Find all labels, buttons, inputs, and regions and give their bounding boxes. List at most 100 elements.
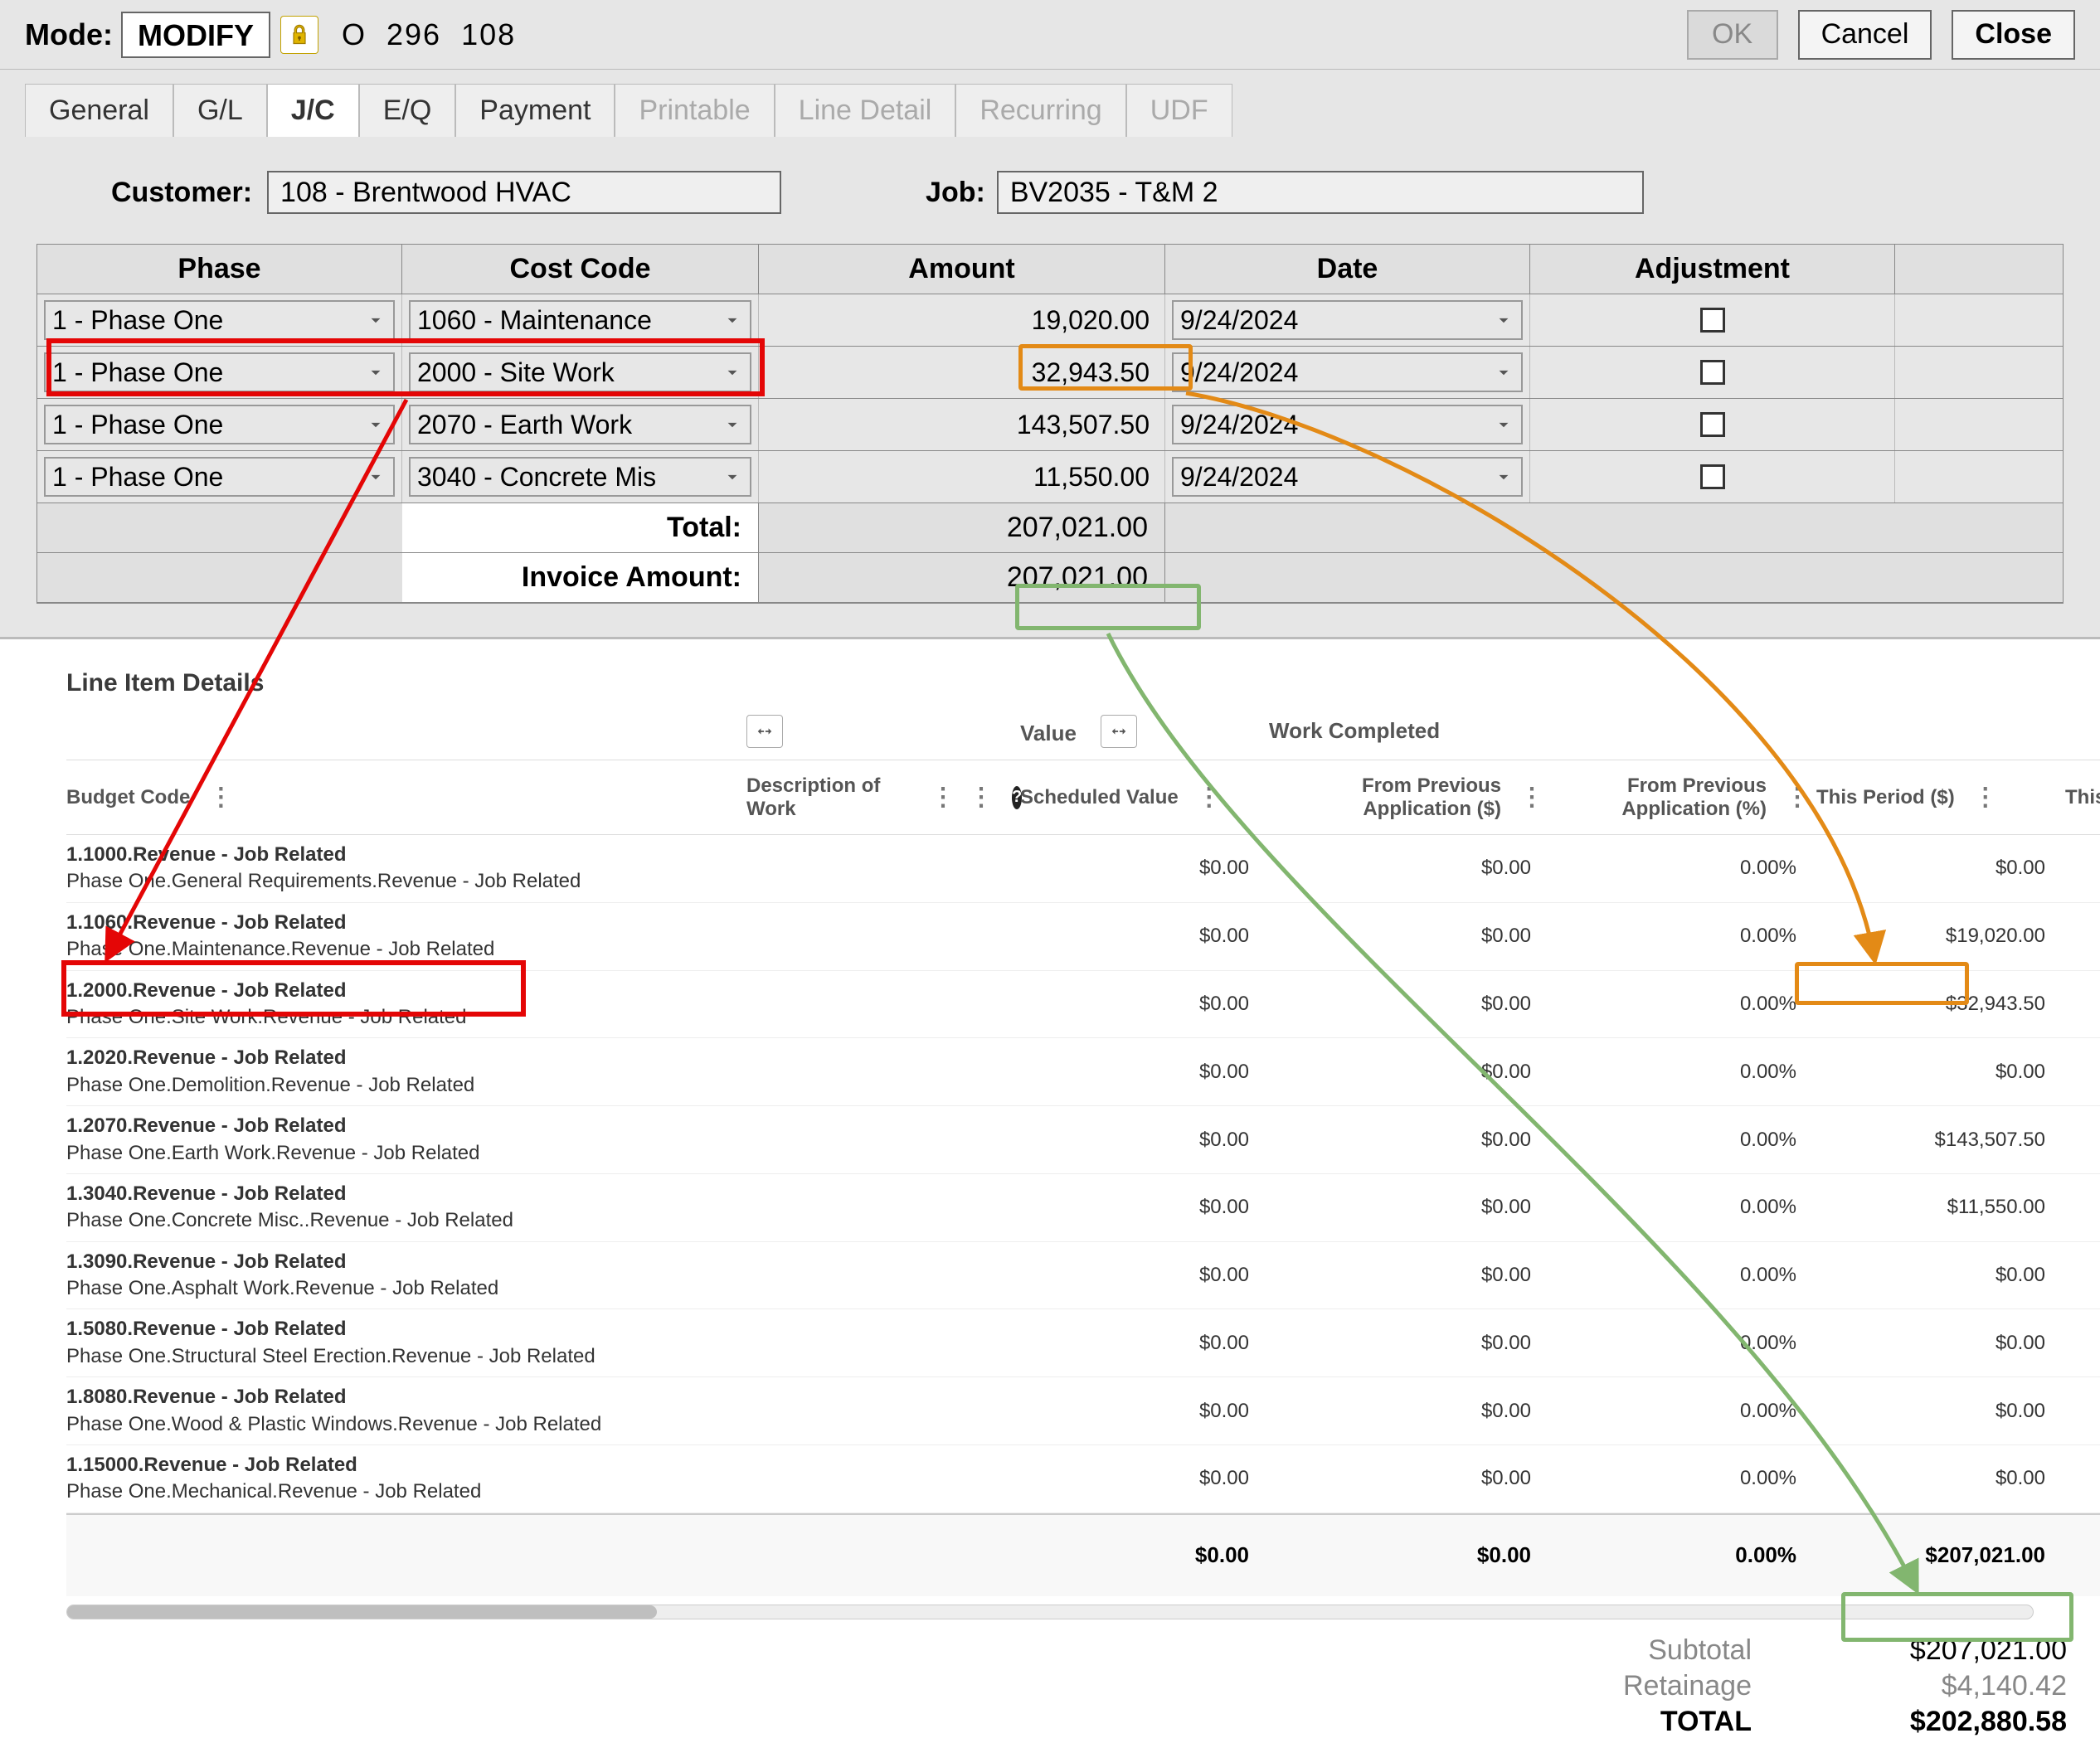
kebab-icon[interactable]: ⋮ [1966,783,2005,812]
budget-desc: Phase One.Mechanical.Revenue - Job Relat… [66,1478,746,1505]
tab-jc[interactable]: J/C [267,84,359,137]
col-this-truncated[interactable]: This [2065,786,2100,809]
lid-row: 1.1000.Revenue - Job RelatedPhase One.Ge… [66,835,2100,903]
job-field[interactable]: BV2035 - T&M 2 [997,171,1644,214]
budget-desc: Phase One.Structural Steel Erection.Reve… [66,1343,746,1370]
ok-button[interactable]: OK [1687,10,1778,60]
from-prev-pct: 0.00% [1551,1467,1816,1490]
adjustment-checkbox[interactable] [1700,464,1725,489]
adjustment-checkbox[interactable] [1700,412,1725,437]
date-dropdown[interactable]: 9/24/2024 [1172,405,1523,444]
lid-row: 1.2000.Revenue - Job RelatedPhase One.Si… [66,971,2100,1039]
col-phase: Phase [37,245,402,294]
costcode-dropdown[interactable]: 1060 - Maintenance [409,300,751,340]
col-from-prev-amt[interactable]: From Previous Application ($) [1269,774,1501,821]
chevron-down-icon [365,362,386,383]
budget-code: 1.1060.Revenue - Job Related [66,910,746,936]
phase-dropdown[interactable]: 1 - Phase One [44,405,395,444]
expand-horizontal-icon[interactable] [1101,715,1137,748]
chevron-down-icon [722,466,743,488]
mode-value: MODIFY [121,12,270,58]
date-dropdown[interactable]: 9/24/2024 [1172,457,1523,497]
chevron-down-icon [1493,414,1514,435]
date-dropdown[interactable]: 9/24/2024 [1172,352,1523,392]
budget-desc: Phase One.Concrete Misc..Revenue - Job R… [66,1207,746,1234]
date-value: 9/24/2024 [1180,410,1298,440]
mode-label: Mode: [25,17,113,52]
tab-payment[interactable]: Payment [455,84,615,137]
jc-row: 1 - Phase One 3040 - Concrete Mis 11,550.0… [37,451,2063,503]
kebab-icon[interactable]: ⋮ [924,783,962,812]
col-budget-code[interactable]: Budget Code [66,786,190,809]
col-this-period[interactable]: This Period ($) [1816,786,1955,809]
col-date: Date [1165,245,1530,294]
amount-value[interactable]: 19,020.00 [766,305,1158,336]
chevron-down-icon [1493,466,1514,488]
scrollbar-thumb[interactable] [67,1605,657,1619]
col-scheduled-value[interactable]: Scheduled Value [1020,786,1179,809]
this-period-amt: $0.00 [1816,1332,2065,1355]
value-header: Value [1020,721,1077,745]
total-value: 207,021.00 [759,503,1165,552]
from-prev-amt: $0.00 [1269,1264,1551,1287]
kebab-icon[interactable]: ⋮ [1778,783,1816,812]
costcode-dropdown[interactable]: 2000 - Site Work [409,352,751,392]
totals-prev-pct: 0.00% [1551,1542,1816,1568]
job-label: Job: [926,177,985,209]
costcode-value: 2000 - Site Work [417,357,615,388]
from-prev-pct: 0.00% [1551,1129,1816,1152]
from-prev-amt: $0.00 [1269,1467,1551,1490]
this-period-amt: $0.00 [1816,1400,2065,1423]
phase-dropdown[interactable]: 1 - Phase One [44,457,395,497]
total-label: TOTAL [1569,1706,1752,1738]
budget-desc: Phase One.Wood & Plastic Windows.Revenue… [66,1411,746,1438]
kebab-icon[interactable]: ⋮ [962,783,1000,812]
from-prev-pct: 0.00% [1551,857,1816,880]
costcode-dropdown[interactable]: 2070 - Earth Work [409,405,751,444]
tab-udf: UDF [1126,84,1232,137]
costcode-dropdown[interactable]: 3040 - Concrete Mis [409,457,751,497]
amount-value[interactable]: 143,507.50 [766,410,1158,440]
tab-eq[interactable]: E/Q [359,84,456,137]
retainage-label: Retainage [1569,1670,1752,1702]
date-dropdown[interactable]: 9/24/2024 [1172,300,1523,340]
kebab-icon[interactable]: ⋮ [202,783,240,812]
phase-dropdown[interactable]: 1 - Phase One [44,352,395,392]
budget-desc: Phase One.Site Work.Revenue - Job Relate… [66,1004,746,1031]
expand-horizontal-icon[interactable] [746,715,783,748]
customer-label: Customer: [111,177,252,209]
chevron-down-icon [1493,362,1514,383]
cancel-button[interactable]: Cancel [1798,10,1932,60]
this-period-amt: $0.00 [1816,1467,2065,1490]
adjustment-checkbox[interactable] [1700,308,1725,333]
budget-desc: Phase One.Earth Work.Revenue - Job Relat… [66,1140,746,1167]
scheduled-value: $0.00 [1020,993,1269,1016]
chevron-down-icon [722,362,743,383]
totals-scheduled: $0.00 [1020,1542,1269,1568]
horizontal-scrollbar[interactable] [66,1605,2034,1619]
amount-value[interactable]: 32,943.50 [766,357,1158,388]
amount-value[interactable]: 11,550.00 [766,462,1158,493]
lid-row: 1.2020.Revenue - Job RelatedPhase One.De… [66,1038,2100,1106]
scheduled-value: $0.00 [1020,1332,1269,1355]
date-value: 9/24/2024 [1180,462,1298,493]
tab-general[interactable]: General [25,84,173,137]
tab-gl[interactable]: G/L [173,84,267,137]
totals-prev-amt: $0.00 [1269,1542,1551,1568]
retainage-value: $4,140.42 [1818,1670,2067,1702]
this-period-amt: $0.00 [1816,857,2065,880]
costcode-value: 1060 - Maintenance [417,305,652,336]
col-description[interactable]: Description of Work [746,774,912,821]
from-prev-amt: $0.00 [1269,925,1551,948]
tab-line-detail: Line Detail [775,84,956,137]
adjustment-checkbox[interactable] [1700,360,1725,385]
lid-row: 1.2070.Revenue - Job RelatedPhase One.Ea… [66,1106,2100,1174]
customer-field[interactable]: 108 - Brentwood HVAC [267,171,781,214]
close-button[interactable]: Close [1952,10,2075,60]
scheduled-value: $0.00 [1020,1264,1269,1287]
scheduled-value: $0.00 [1020,925,1269,948]
kebab-icon[interactable]: ⋮ [1190,783,1228,812]
phase-dropdown[interactable]: 1 - Phase One [44,300,395,340]
col-from-prev-pct[interactable]: From Previous Application (%) [1551,774,1767,821]
kebab-icon[interactable]: ⋮ [1513,783,1551,812]
